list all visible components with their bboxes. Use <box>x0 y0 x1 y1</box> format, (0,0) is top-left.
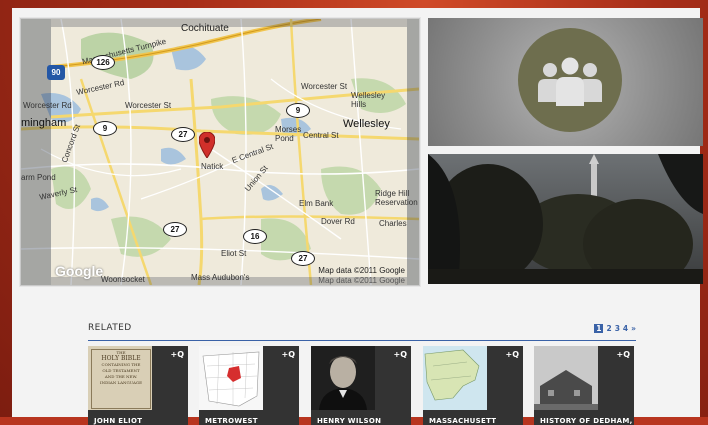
bible-thumbnail: THE HOLY BIBLE CONTAINING THE OLD TESTAM… <box>88 346 152 410</box>
related-card-massachusett[interactable]: +Q MASSACHUSETT <box>423 346 523 425</box>
map-overlay-left <box>21 19 51 285</box>
map-label-dover-rd: Dover Rd <box>321 217 355 226</box>
route-shield: 27 <box>163 222 187 237</box>
map-label-ridge-hill: Ridge Hill Reservation <box>375 189 418 207</box>
bible-line: INDIAN LANGUAGE <box>99 380 143 385</box>
church-photo <box>428 154 703 284</box>
card-label: HISTORY OF DEDHAM, <box>540 417 633 425</box>
route-shield: 9 <box>286 103 310 118</box>
add-quote-icon[interactable]: +Q <box>393 350 407 359</box>
add-quote-icon[interactable]: +Q <box>616 350 630 359</box>
related-card-henry-wilson[interactable]: +Q HENRY WILSON <box>311 346 411 425</box>
card-label: METROWEST <box>205 417 258 425</box>
page-3-link[interactable]: 3 <box>615 324 620 333</box>
map-label-framingham: mingham <box>21 117 67 129</box>
pagination: 1 2 3 4» <box>591 324 636 333</box>
route-shield: 16 <box>243 229 267 244</box>
related-title: RELATED <box>88 323 132 333</box>
map-label-farm-pond: arm Pond <box>21 173 56 182</box>
next-page-link[interactable]: » <box>631 324 636 333</box>
map-credit-secondary: Map data ©2011 Google <box>318 276 405 285</box>
route-shield: 27 <box>171 127 195 142</box>
route-shield: 9 <box>93 121 117 136</box>
google-logo: Google <box>55 263 104 279</box>
route-shield: 126 <box>91 55 115 70</box>
church-photo-tile[interactable] <box>428 154 703 284</box>
map-overlay-top <box>51 19 407 27</box>
map-view[interactable]: Cochituate Massachusetts Turnpike Worces… <box>20 18 420 286</box>
map-label-cochituate: Cochituate <box>181 23 229 34</box>
map-label-central-st: Central St <box>303 131 339 140</box>
page-2-link[interactable]: 2 <box>606 324 611 333</box>
add-quote-icon[interactable]: +Q <box>170 350 184 359</box>
map-label-charles: Charles <box>379 219 407 228</box>
add-quote-icon[interactable]: +Q <box>505 350 519 359</box>
related-card-metrowest[interactable]: +Q METROWEST <box>199 346 299 425</box>
map-label-elm-bank: Elm Bank <box>299 199 334 208</box>
map-label-worcester-rd-left: Worcester Rd <box>23 101 72 110</box>
card-label: HENRY WILSON <box>317 417 382 425</box>
map-label-morses-pond: Morses Pond <box>275 125 302 143</box>
map-overlay-right <box>407 19 419 285</box>
map-label-woonsocket: Woonsocket <box>101 275 145 284</box>
map-label-wellesley: Wellesley <box>343 118 390 130</box>
related-header: RELATED 1 2 3 4» <box>88 320 636 341</box>
map-label-worcester-st-mid: Worcester St <box>125 101 172 110</box>
add-quote-icon[interactable]: +Q <box>281 350 295 359</box>
card-label: JOHN ELIOT <box>94 417 143 425</box>
related-card-john-eliot[interactable]: THE HOLY BIBLE CONTAINING THE OLD TESTAM… <box>88 346 188 425</box>
route-shield: 27 <box>291 251 315 266</box>
metrowest-map-thumbnail <box>199 346 263 410</box>
people-icon <box>518 28 622 132</box>
related-card-history-of-dedham[interactable]: +Q HISTORY OF DEDHAM, <box>534 346 634 425</box>
people-tile[interactable] <box>428 18 703 146</box>
map-label-natick: Natick <box>201 162 224 171</box>
dedham-house-thumbnail <box>534 346 598 410</box>
henry-wilson-portrait <box>311 346 375 410</box>
massachusett-map-thumbnail <box>423 346 487 410</box>
page-4-link[interactable]: 4 <box>623 324 628 333</box>
map-label-wellesley-hills: Wellesley Hills <box>351 91 386 109</box>
map-label-mass-audubon: Mass Audubon's <box>191 273 250 282</box>
route-shield: 90 <box>47 65 65 80</box>
map-label-worcester-st-right: Worcester St <box>301 82 348 91</box>
map-label-eliot-st: Eliot St <box>221 249 247 258</box>
page-background: Cochituate Massachusetts Turnpike Worces… <box>0 0 708 425</box>
map-credit: Map data ©2011 Google <box>318 266 405 275</box>
page-1-link[interactable]: 1 <box>594 324 604 333</box>
card-label: MASSACHUSETT <box>429 417 497 425</box>
content-panel: Cochituate Massachusetts Turnpike Worces… <box>12 8 703 425</box>
